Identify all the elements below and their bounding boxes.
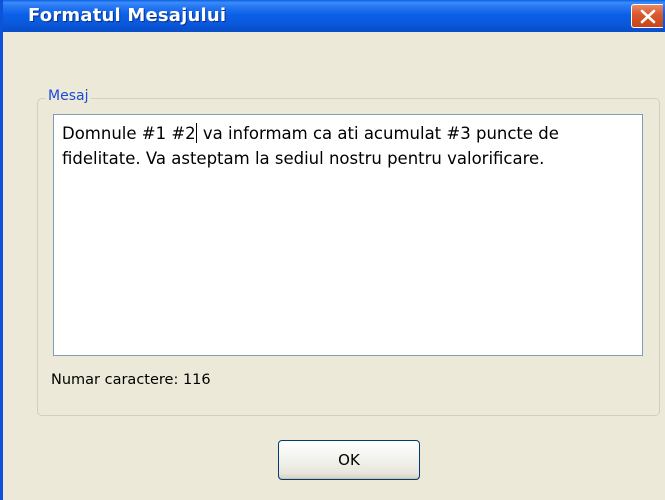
character-count-label: Numar caractere: 116 xyxy=(51,372,211,388)
text-caret xyxy=(195,123,197,143)
title-bar[interactable]: Formatul Mesajului xyxy=(3,0,665,32)
message-textarea[interactable]: Domnule #1 #2 va informam ca ati acumula… xyxy=(53,114,643,356)
message-group-label: Mesaj xyxy=(45,88,92,104)
ok-button[interactable]: OK xyxy=(278,440,420,480)
message-text-before-caret: Domnule #1 #2 xyxy=(62,124,196,143)
dialog-window: Formatul Mesajului Mesaj Domnule #1 #2 v… xyxy=(0,0,665,500)
close-icon xyxy=(640,9,656,24)
close-button[interactable] xyxy=(631,4,663,28)
window-title: Formatul Mesajului xyxy=(28,5,227,26)
